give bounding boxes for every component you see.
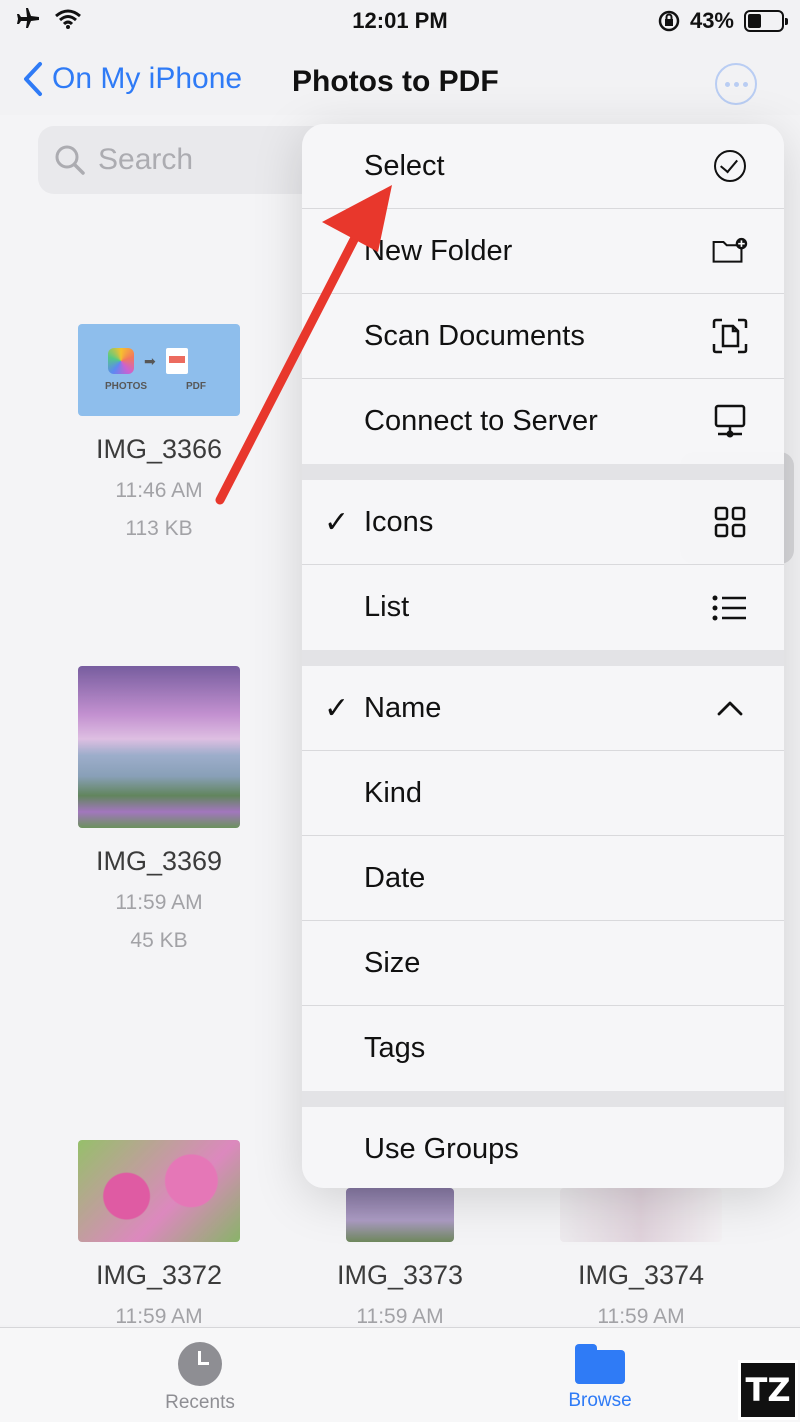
back-button[interactable]: On My iPhone xyxy=(22,61,242,97)
orientation-lock-icon xyxy=(658,10,680,32)
clock-icon xyxy=(178,1342,222,1386)
grid-icon xyxy=(714,506,746,538)
menu-item-label: Use Groups xyxy=(364,1133,519,1165)
menu-item-icons[interactable]: ✓ Icons xyxy=(302,480,784,565)
menu-separator xyxy=(302,650,784,666)
back-label: On My iPhone xyxy=(52,62,243,95)
watermark-logo: TZ xyxy=(738,1360,798,1420)
menu-item-sort-tags[interactable]: Tags xyxy=(302,1006,784,1091)
tab-label: Browse xyxy=(568,1390,632,1411)
checkmark-icon: ✓ xyxy=(324,691,350,725)
menu-item-label: Scan Documents xyxy=(364,319,585,352)
chevron-up-icon xyxy=(717,701,743,716)
folder-add-icon xyxy=(712,237,748,263)
battery-percent: 43% xyxy=(689,8,734,33)
battery-icon xyxy=(744,10,788,32)
menu-item-label: Name xyxy=(364,691,442,724)
menu-item-label: List xyxy=(364,591,410,623)
menu-item-label: New Folder xyxy=(364,234,513,267)
tab-label: Recents xyxy=(165,1392,235,1413)
menu-item-label: Tags xyxy=(364,1032,426,1064)
list-icon xyxy=(712,595,746,620)
menu-item-label: Kind xyxy=(364,776,423,809)
dot-icon xyxy=(733,81,739,87)
menu-item-sort-kind[interactable]: Kind xyxy=(302,751,784,836)
nav-bar: On My iPhone Photos to PDF xyxy=(0,55,800,111)
server-icon xyxy=(714,404,746,437)
menu-item-label: Size xyxy=(364,946,421,979)
status-bar: 12:01 PM 43% xyxy=(0,0,800,44)
menu-item-label: Connect to Server xyxy=(364,405,598,437)
menu-separator xyxy=(302,1091,784,1107)
dot-icon xyxy=(742,81,748,87)
menu-item-scan-documents[interactable]: Scan Documents xyxy=(302,294,784,379)
menu-item-sort-name[interactable]: ✓ Name xyxy=(302,666,784,751)
checkmark-circle-icon xyxy=(714,150,746,182)
folder-icon xyxy=(575,1344,625,1384)
chevron-left-icon xyxy=(24,62,42,96)
context-menu: Select New Folder Scan Documents Connect… xyxy=(302,124,784,1188)
menu-item-new-folder[interactable]: New Folder xyxy=(302,209,784,294)
menu-item-label: Icons xyxy=(364,505,434,538)
tab-bar: Recents Browse xyxy=(0,1327,800,1422)
page-title: Photos to PDF xyxy=(292,65,499,98)
menu-item-list[interactable]: List xyxy=(302,565,784,650)
menu-item-select[interactable]: Select xyxy=(302,124,784,209)
scan-document-icon xyxy=(712,318,748,354)
menu-item-connect-server[interactable]: Connect to Server xyxy=(302,379,784,464)
menu-item-sort-date[interactable]: Date xyxy=(302,836,784,921)
menu-separator xyxy=(302,464,784,480)
more-options-button[interactable] xyxy=(715,63,757,105)
menu-item-label: Date xyxy=(364,861,426,894)
checkmark-icon: ✓ xyxy=(324,505,350,539)
menu-item-label: Select xyxy=(364,149,445,182)
menu-item-use-groups[interactable]: Use Groups xyxy=(302,1107,784,1188)
dot-icon xyxy=(724,81,730,87)
tab-recents[interactable]: Recents xyxy=(140,1342,260,1414)
menu-item-sort-size[interactable]: Size xyxy=(302,921,784,1006)
status-right: 43% xyxy=(658,8,788,34)
tab-browse[interactable]: Browse xyxy=(540,1342,660,1412)
